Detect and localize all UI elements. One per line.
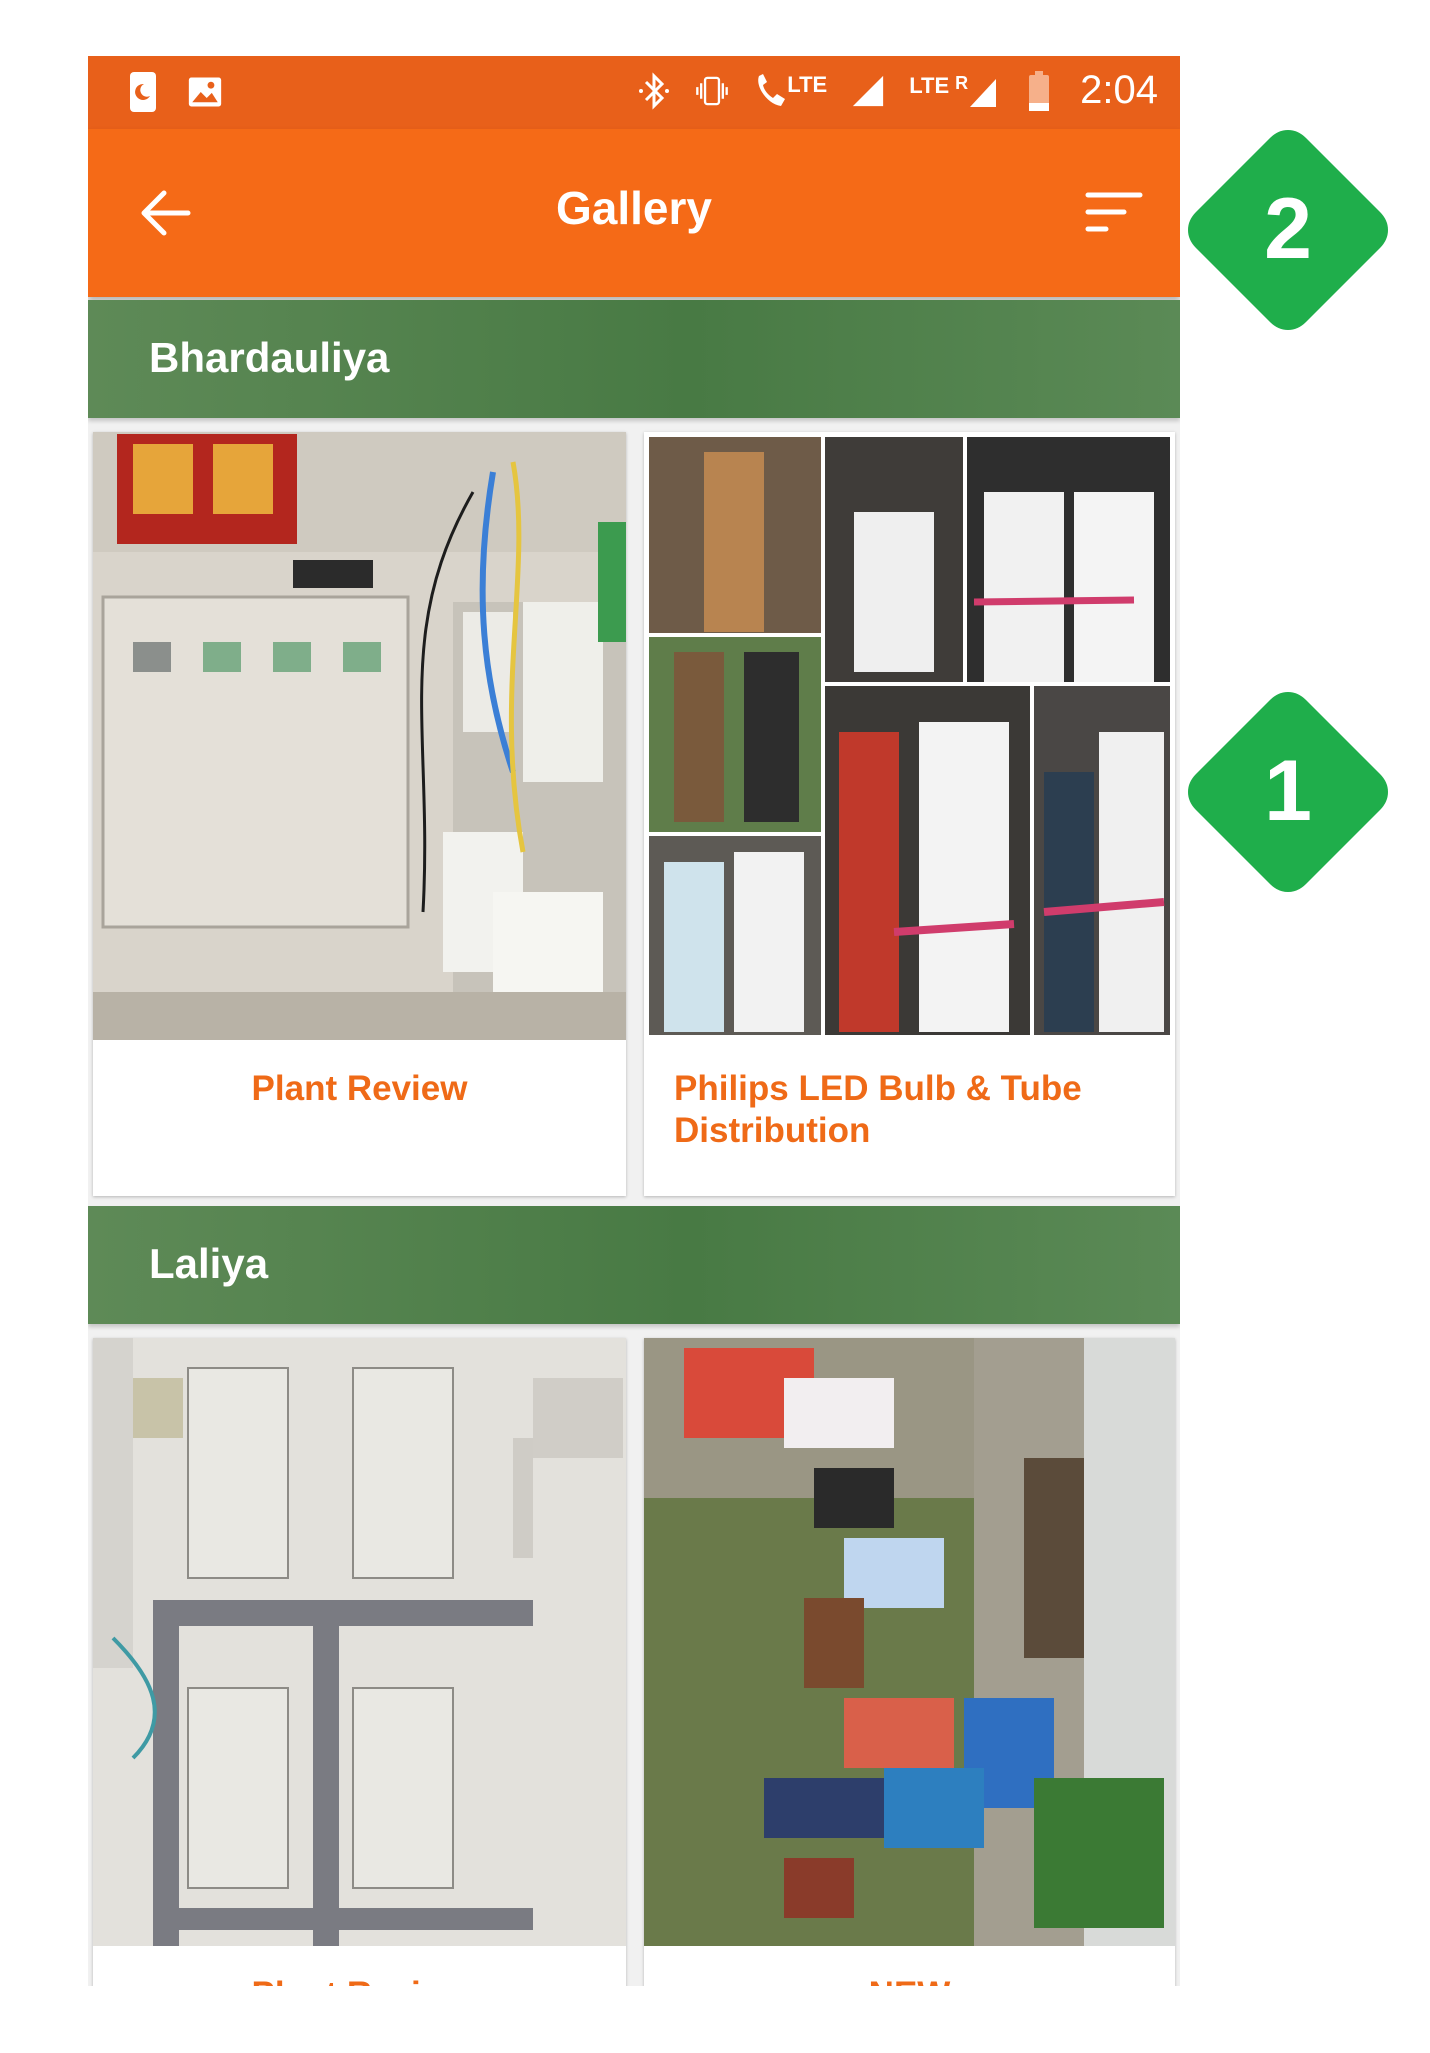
callout-label: 1 bbox=[1264, 743, 1312, 839]
image-icon bbox=[188, 70, 222, 114]
battery-low-icon bbox=[1022, 69, 1056, 113]
app-bar: Gallery bbox=[88, 129, 1180, 297]
section-header-bhardauliya: Bhardauliya bbox=[88, 300, 1180, 418]
sort-button[interactable] bbox=[1084, 187, 1144, 237]
section-header-laliya: Laliya bbox=[88, 1206, 1180, 1324]
section-title: Bhardauliya bbox=[149, 334, 390, 381]
bluetooth-icon bbox=[637, 69, 671, 113]
album-cover-photo bbox=[93, 1338, 626, 1946]
lte-label: LTE bbox=[787, 71, 828, 97]
volte-call-icon: LTE bbox=[753, 72, 827, 110]
album-cover-photo bbox=[93, 432, 626, 1040]
section-title: Laliya bbox=[149, 1240, 269, 1287]
gallery-card-new[interactable]: NEW bbox=[644, 1338, 1175, 1986]
callout-badge-1: 1 bbox=[1186, 690, 1390, 894]
gallery-card-plant-review-2[interactable]: Plant Review bbox=[93, 1338, 626, 1986]
roaming-label: R bbox=[955, 72, 969, 93]
phone-icon bbox=[126, 70, 160, 114]
signal-roaming-icon: LTE R bbox=[909, 73, 998, 109]
signal-icon bbox=[851, 69, 885, 113]
callout-badge-2: 2 bbox=[1186, 128, 1390, 332]
clock: 2:04 bbox=[1080, 68, 1158, 112]
callout-label: 2 bbox=[1264, 181, 1312, 277]
sort-icon bbox=[1085, 192, 1143, 232]
status-bar: LTE LTE R 2:04 bbox=[88, 56, 1180, 129]
vibrate-icon bbox=[695, 69, 729, 113]
card-caption: Philips LED Bulb & Tube Distribution bbox=[674, 1069, 1082, 1150]
album-cover-photo bbox=[644, 1338, 1175, 1946]
page-title: Gallery bbox=[556, 182, 712, 234]
gallery-card-philips-distribution[interactable]: Philips LED Bulb & Tube Distribution bbox=[644, 432, 1175, 1196]
phone-screen: LTE LTE R 2:04 Gallery Bhardauliya Plant… bbox=[88, 56, 1180, 1986]
card-caption: Plant Review bbox=[251, 1069, 468, 1108]
card-caption: NEW bbox=[644, 1974, 1175, 1986]
card-caption: Plant Review bbox=[93, 1974, 626, 1986]
album-cover-collage bbox=[644, 432, 1175, 1040]
gallery-card-plant-review[interactable]: Plant Review bbox=[93, 432, 626, 1196]
lte-label-2: LTE bbox=[909, 72, 950, 98]
